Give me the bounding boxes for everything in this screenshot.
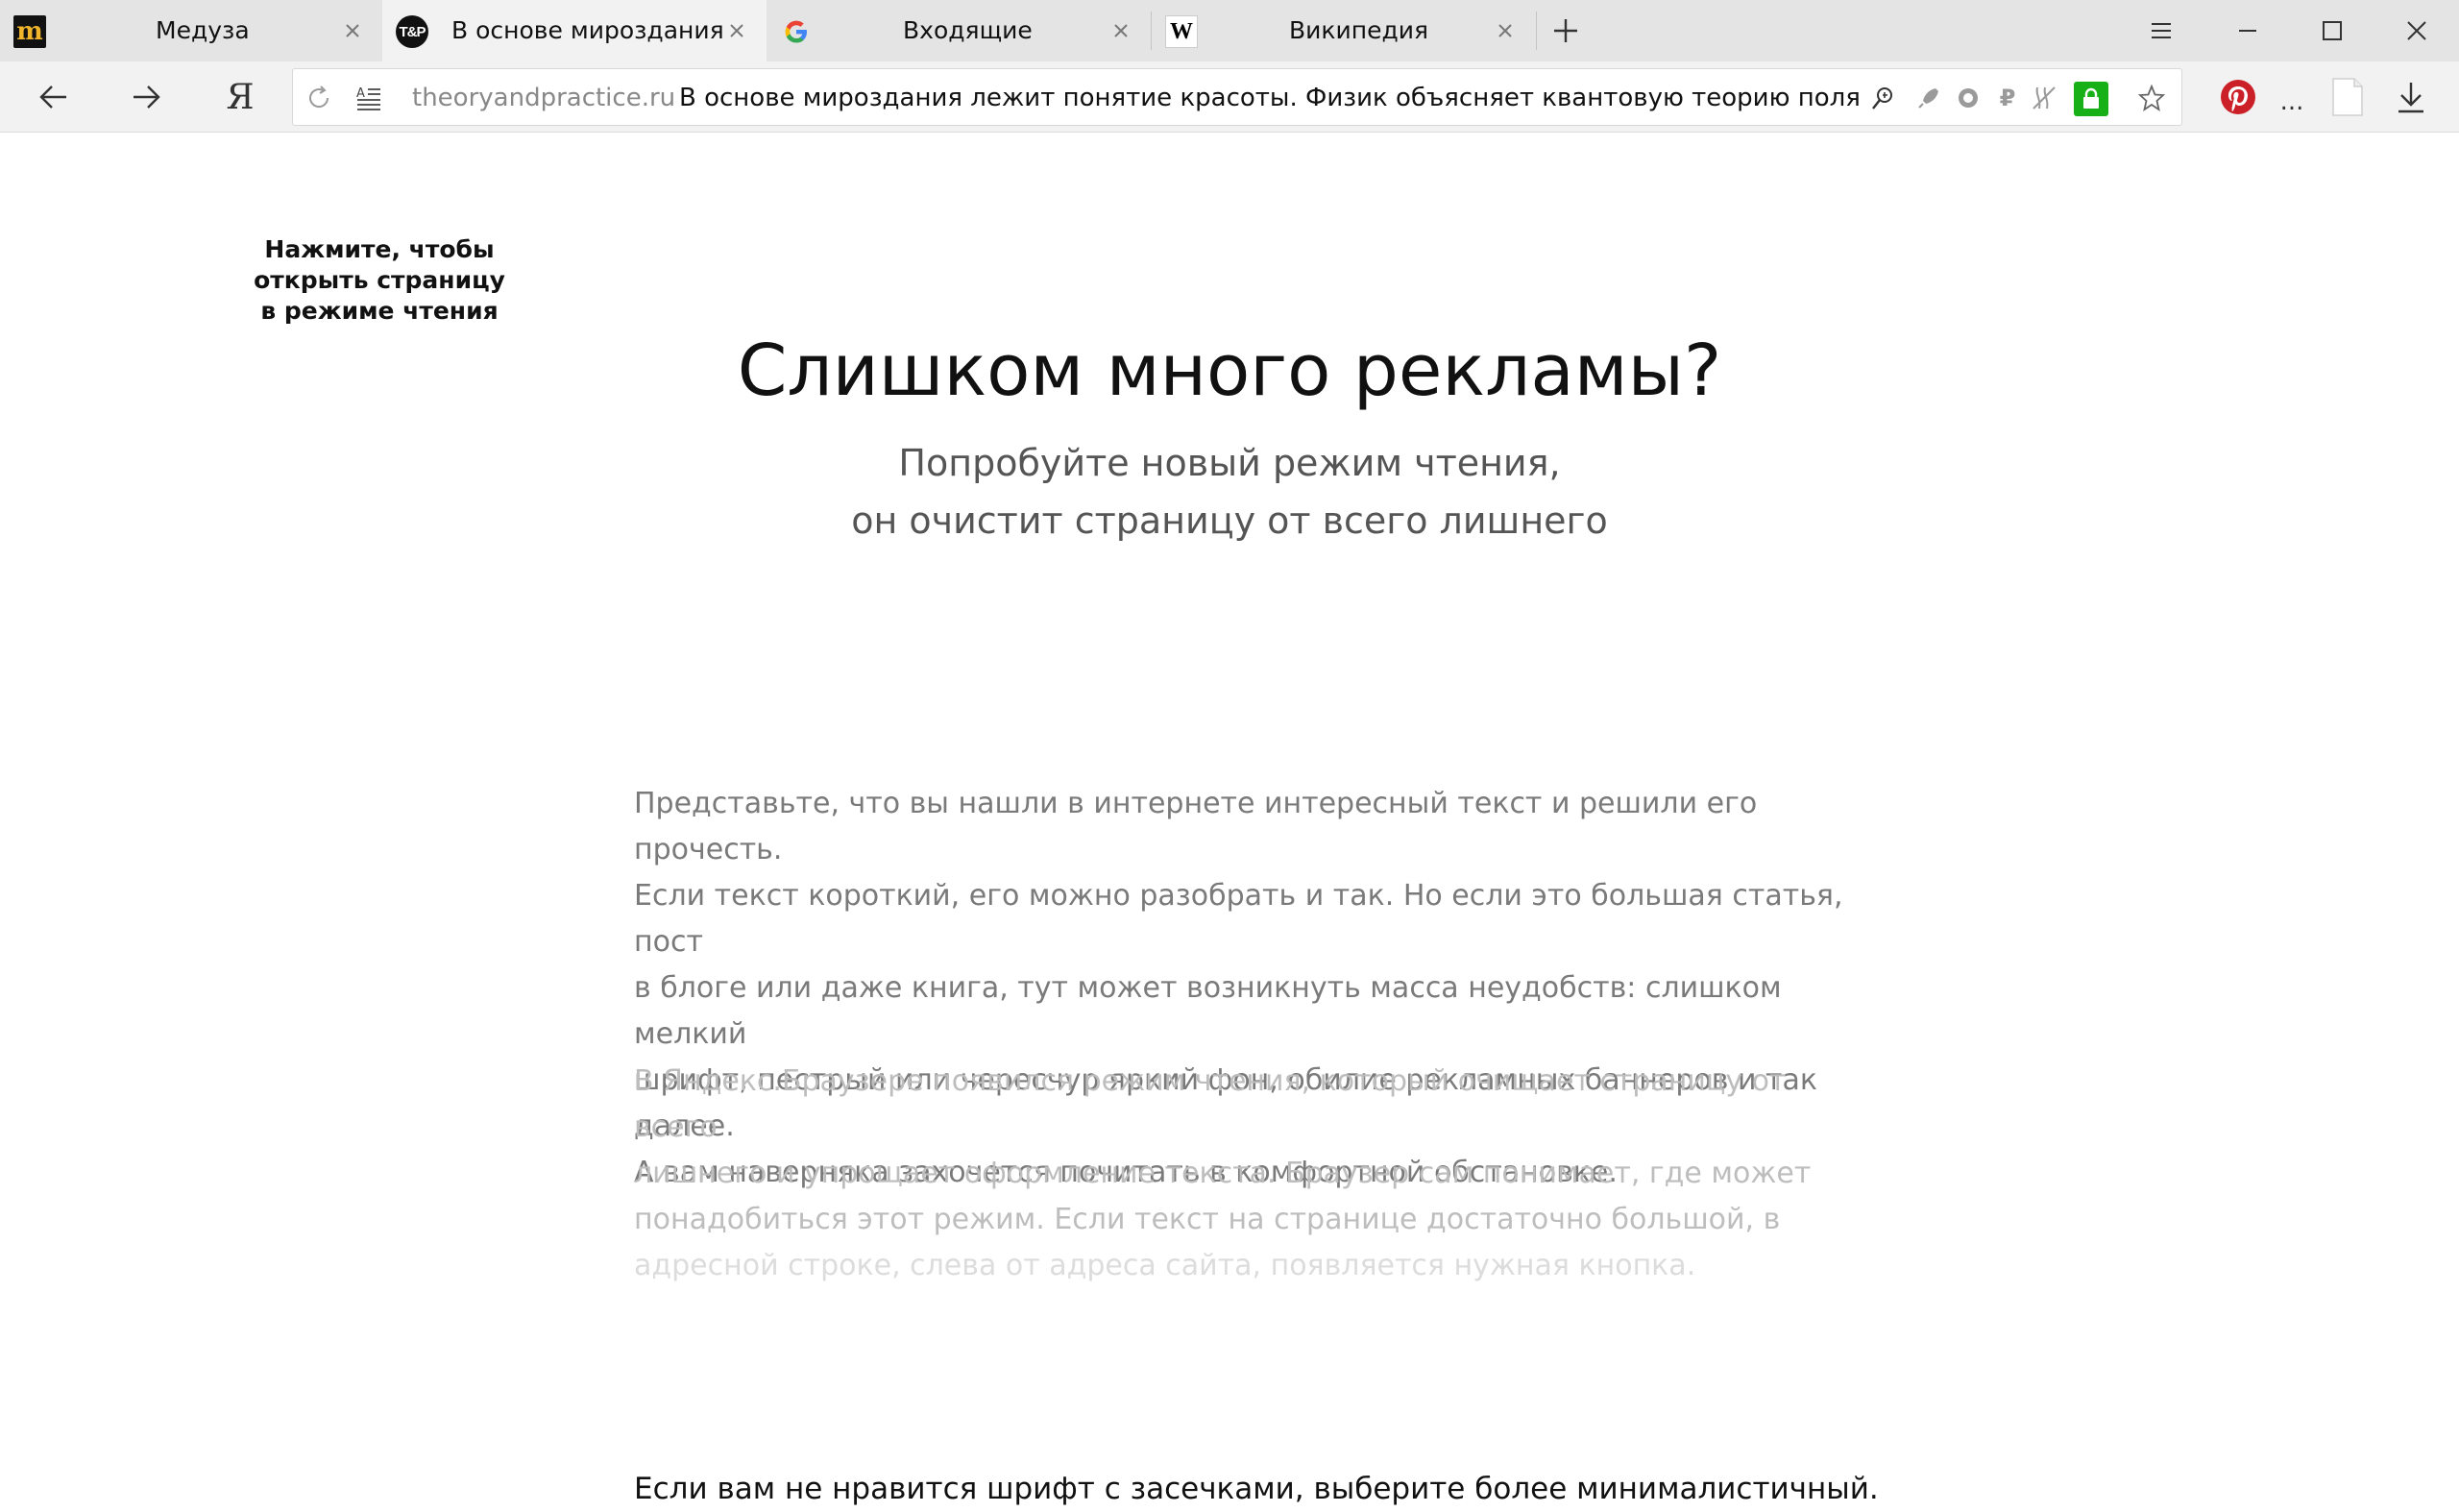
text-line: лишнего и упрощает оформление текста. Бр… [634, 1157, 1812, 1190]
pinterest-button[interactable] [2211, 71, 2265, 123]
close-icon[interactable] [725, 19, 748, 42]
font-tip-text: Если вам не нравится шрифт с засечками, … [634, 1472, 1879, 1506]
downloads-button[interactable] [2384, 71, 2438, 123]
google-logo-icon [780, 15, 813, 48]
tab-title: В основе мироздания [451, 16, 724, 44]
arrow-left-icon [39, 85, 66, 109]
text-line: адресной строке, слева от адреса сайта, … [634, 1249, 1696, 1282]
tab-title: Википедия [1289, 16, 1429, 44]
text-line: Представьте, что вы нашли в интернете ин… [634, 787, 1758, 866]
close-icon[interactable] [1494, 19, 1517, 42]
reload-icon[interactable] [304, 84, 333, 112]
lock-icon [2083, 87, 2099, 109]
maximize-button[interactable] [2294, 0, 2371, 61]
plus-icon [1554, 19, 1577, 42]
adblock-off-icon[interactable] [2030, 84, 2058, 112]
url-page-title: В основе мироздания лежит понятие красот… [679, 84, 1861, 112]
minimize-icon [2239, 30, 2256, 32]
text-line: Если текст короткий, его можно разобрать… [634, 879, 1843, 959]
page-headline: Слишком много рекламы? [737, 329, 1722, 412]
close-icon[interactable] [341, 19, 364, 42]
text-line: в блоге или даже книга, тут может возник… [634, 971, 1782, 1051]
tp-logo-icon: T&P [396, 15, 428, 48]
menu-button[interactable] [2123, 0, 2200, 61]
paragraph-reader-mode: В Яндекс.Браузере появился режим чтения,… [634, 1059, 1844, 1289]
tab-wikipedia[interactable]: W Википедия [1152, 0, 1536, 61]
meduza-logo-icon: m [13, 15, 46, 48]
hint-line: Нажмите, чтобы [264, 235, 495, 263]
turbo-rocket-icon[interactable] [1914, 84, 1943, 112]
tab-meduza[interactable]: m Медуза [0, 0, 382, 61]
hamburger-icon [2152, 23, 2171, 38]
subline-line: Попробуйте новый режим чтения, [898, 442, 1561, 484]
page-subheadline: Попробуйте новый режим чтения, он очисти… [461, 434, 1998, 549]
tab-title: Медуза [156, 16, 250, 44]
toolbar: Я A theoryandpractice.ru В основе мирозд… [0, 61, 2459, 133]
page-extension-button[interactable] [2321, 71, 2374, 123]
tab-theoryandpractice[interactable]: T&P В основе мироздания [382, 0, 767, 61]
forward-button[interactable] [119, 71, 173, 123]
close-icon [2407, 21, 2426, 40]
pinterest-icon [2221, 80, 2255, 114]
tab-strip: m Медуза T&P В основе мироздания Входящи… [0, 0, 2459, 61]
new-tab-button[interactable] [1548, 0, 1583, 61]
text-line: В Яндекс.Браузере появился режим чтения,… [634, 1064, 1787, 1144]
reader-mode-hint[interactable]: Нажмите, чтобы открыть страницу в режиме… [240, 234, 519, 327]
subline-line: он очистит страницу от всего лишнего [851, 500, 1608, 542]
star-icon[interactable] [2137, 84, 2166, 112]
arrow-right-icon [134, 85, 160, 109]
currency-rub-icon[interactable]: ₽ [1993, 84, 2022, 112]
close-icon[interactable] [1109, 19, 1132, 42]
tab-inbox[interactable]: Входящие [767, 0, 1151, 61]
hint-line: открыть страницу [254, 266, 505, 294]
download-icon [2398, 83, 2423, 113]
translate-icon[interactable] [1868, 84, 1897, 112]
protect-icon[interactable] [1954, 84, 1983, 112]
back-button[interactable] [27, 71, 81, 123]
url-domain: theoryandpractice.ru [412, 84, 676, 112]
close-window-button[interactable] [2378, 0, 2455, 61]
text-line: понадобиться этот режим. Если текст на с… [634, 1203, 1781, 1236]
tab-separator [1536, 12, 1537, 50]
more-extensions-button[interactable]: ... [2265, 71, 2319, 123]
tab-title: Входящие [903, 16, 1033, 44]
hint-line: в режиме чтения [260, 297, 499, 325]
document-icon [2332, 78, 2363, 116]
minimize-button[interactable] [2209, 0, 2286, 61]
svg-text:A: A [356, 86, 365, 101]
address-bar[interactable]: A theoryandpractice.ru В основе мироздан… [292, 68, 2182, 126]
secure-lock-badge[interactable] [2074, 82, 2108, 116]
yandex-button[interactable]: Я [213, 71, 267, 123]
wikipedia-logo-icon: W [1165, 15, 1198, 48]
reader-mode-icon[interactable]: A [354, 84, 383, 112]
maximize-icon [2323, 21, 2342, 40]
